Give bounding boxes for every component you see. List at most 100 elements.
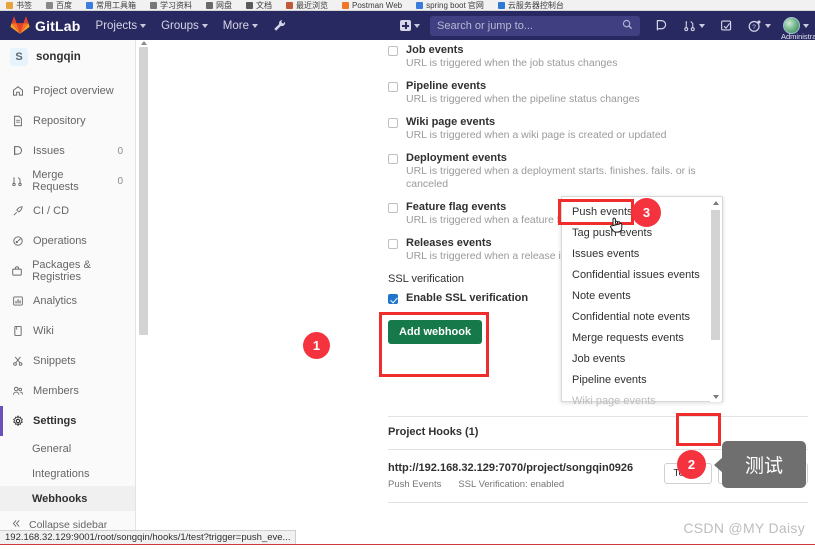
dropdown-item-confidential-note-events[interactable]: Confidential note events	[562, 306, 722, 327]
checkbox-wiki-page-events[interactable]	[388, 118, 398, 128]
page-scrollbar[interactable]	[138, 40, 149, 338]
issues-icon	[11, 145, 24, 158]
checkbox-enable-ssl-verification[interactable]	[388, 294, 398, 304]
wrench-icon	[274, 20, 286, 31]
bookmark-item[interactable]: 最近浏览	[286, 1, 328, 10]
sidebar-item-label: Settings	[33, 415, 77, 427]
nav-admin-wrench[interactable]	[273, 19, 286, 32]
dropdown-item-issues-events[interactable]: Issues events	[562, 243, 722, 264]
sidebar-item-label: Analytics	[33, 295, 78, 307]
bookmark-item[interactable]: 网盘	[206, 1, 232, 10]
sidebar-item-project-overview[interactable]: Project overview	[0, 76, 135, 106]
nav-more-label: More	[222, 19, 249, 32]
dropdown-item-note-events[interactable]: Note events	[562, 285, 722, 306]
test-tooltip: 测试	[714, 441, 806, 488]
checkbox-deployment-events[interactable]	[388, 154, 398, 164]
nav-groups-label: Groups	[161, 19, 199, 32]
gitlab-brand: GitLab	[35, 17, 81, 34]
nav-more[interactable]: More	[223, 20, 258, 32]
event-description: URL is triggered when the pipeline statu…	[406, 93, 640, 105]
sidebar-item-settings[interactable]: Settings	[0, 406, 135, 436]
merge-icon	[11, 175, 23, 188]
project-hooks-title: Project Hooks (1)	[388, 426, 479, 438]
nav-projects[interactable]: Projects	[96, 20, 147, 32]
nav-issues-button[interactable]	[655, 19, 668, 32]
svg-text:?: ?	[752, 23, 756, 30]
checkbox-releases-events[interactable]	[388, 239, 398, 249]
event-description: URL is triggered when a deployment start…	[406, 165, 696, 190]
add-webhook-button[interactable]: Add webhook	[388, 320, 483, 344]
dropdown-scrollbar[interactable]	[710, 198, 721, 402]
sidebar-item-operations[interactable]: Operations	[0, 226, 135, 256]
sidebar-item-merge-requests[interactable]: Merge Requests 0	[0, 166, 135, 196]
watermark: CSDN @MY Daisy	[683, 520, 805, 536]
sidebar-project-header[interactable]: S songqin	[0, 40, 135, 76]
dropdown-item-job-events[interactable]: Job events	[562, 348, 722, 369]
bookmark-label: 常用工具箱	[96, 1, 136, 10]
dropdown-item-pipeline-events[interactable]: Pipeline events	[562, 369, 722, 390]
chevron-down-icon	[699, 23, 705, 28]
search-input[interactable]: Search or jump to...	[430, 15, 640, 36]
sidebar-item-count: 0	[117, 145, 123, 157]
chevron-down-icon	[765, 23, 771, 28]
sidebar-item-wiki[interactable]: Wiki	[0, 316, 135, 346]
checkbox-feature-flag-events[interactable]	[388, 203, 398, 213]
event-description: URL is triggered when a wiki page is cre…	[406, 129, 667, 141]
event-wiki-page: Wiki page events URL is triggered when a…	[388, 116, 718, 142]
plus-square-icon	[400, 20, 411, 31]
nav-help-button[interactable]: ?	[748, 19, 771, 33]
annotation-badge-1: 1	[303, 332, 330, 359]
scrollbar-thumb[interactable]	[711, 210, 720, 340]
book-icon	[11, 325, 24, 338]
checkbox-pipeline-events[interactable]	[388, 82, 398, 92]
sidebar-item-repository[interactable]: Repository	[0, 106, 135, 136]
event-description: URL is triggered when the job status cha…	[406, 57, 618, 69]
sidebar-item-snippets[interactable]: Snippets	[0, 346, 135, 376]
bookmark-item[interactable]: Postman Web	[342, 1, 402, 10]
scroll-up-icon[interactable]	[713, 201, 719, 205]
sidebar-item-integrations[interactable]: Integrations	[0, 461, 135, 486]
panel-divider	[388, 502, 808, 503]
sidebar-nav: Project overview Repository Issues 0 Mer…	[0, 76, 135, 436]
nav-todos-button[interactable]	[720, 19, 733, 32]
bookmark-item[interactable]: 书签	[6, 1, 32, 10]
bookmark-item[interactable]: 云服务器控制台	[497, 1, 564, 10]
sidebar-item-ci-cd[interactable]: CI / CD	[0, 196, 135, 226]
project-avatar: S	[10, 48, 28, 66]
sidebar-item-label: Merge Requests	[32, 169, 79, 193]
new-item-button[interactable]	[400, 20, 420, 31]
scroll-up-icon[interactable]	[141, 41, 147, 45]
bookmark-item[interactable]: 学习资料	[150, 1, 192, 10]
chevron-down-icon	[201, 23, 208, 28]
event-title: Wiki page events	[406, 116, 496, 128]
chevron-down-icon	[252, 23, 258, 28]
merge-requests-icon	[684, 20, 695, 32]
nav-merge-requests-button[interactable]	[683, 19, 705, 32]
dropdown-item-wiki-page-events[interactable]: Wiki page events	[562, 390, 722, 411]
bookmark-item[interactable]: 百度	[46, 1, 72, 10]
chart-icon	[11, 295, 24, 308]
bookmark-item[interactable]: 常用工具箱	[86, 1, 136, 10]
sidebar-item-webhooks[interactable]: Webhooks	[0, 486, 135, 511]
scrollbar-thumb[interactable]	[139, 47, 148, 335]
event-title: Feature flag events	[406, 201, 507, 213]
bookmark-item[interactable]: spring boot 官网	[416, 1, 484, 10]
dropdown-item-merge-requests-events[interactable]: Merge requests events	[562, 327, 722, 348]
chevron-down-icon	[414, 23, 420, 28]
bookmark-item[interactable]: 文档	[246, 1, 272, 10]
nav-groups[interactable]: Groups	[161, 20, 208, 32]
sidebar-item-packages-registries[interactable]: Packages & Registries	[0, 256, 135, 286]
sidebar-item-issues[interactable]: Issues 0	[0, 136, 135, 166]
gitlab-navbar: GitLab Projects Groups More Search or ju…	[0, 11, 815, 41]
browser-bookmarks-bar: 书签 百度 常用工具箱 学习资料 网盘 文档 最近浏览 Postman Web …	[0, 0, 815, 11]
sidebar-item-general[interactable]: General	[0, 436, 135, 461]
user-menu[interactable]: Administrat	[781, 17, 815, 41]
sidebar-item-analytics[interactable]: Analytics	[0, 286, 135, 316]
project-name: songqin	[36, 51, 81, 63]
sidebar-item-members[interactable]: Members	[0, 376, 135, 406]
dropdown-item-confidential-issues-events[interactable]: Confidential issues events	[562, 264, 722, 285]
checkbox-job-events[interactable]	[388, 46, 398, 56]
users-icon	[11, 385, 24, 398]
scroll-down-icon[interactable]	[713, 395, 719, 399]
help-icon: ?	[748, 19, 761, 32]
